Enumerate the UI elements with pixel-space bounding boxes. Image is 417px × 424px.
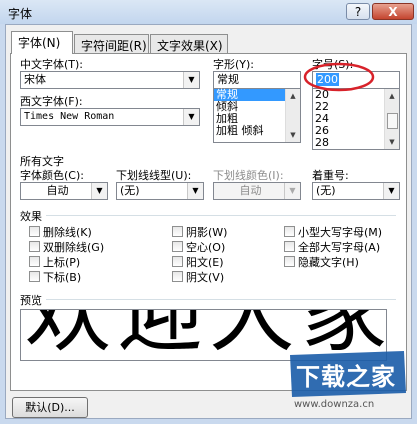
hidden-text-label: 隐藏文字(H)	[298, 256, 359, 269]
chevron-down-icon[interactable]: ▼	[91, 183, 107, 199]
double-strikethrough-checkbox[interactable]	[29, 241, 40, 252]
underline-style-value: (无)	[120, 184, 140, 197]
font-style-input[interactable]: 常规	[213, 71, 301, 89]
window-title: 字体	[8, 7, 33, 21]
subscript-checkbox[interactable]	[29, 271, 40, 282]
scroll-up-icon[interactable]: ▲	[385, 89, 399, 103]
annotation-ellipse	[303, 62, 375, 92]
chevron-down-icon: ▼	[284, 183, 300, 199]
scroll-down-icon[interactable]: ▼	[286, 128, 300, 142]
small-caps-label: 小型大写字母(M)	[298, 226, 383, 239]
font-size-list[interactable]: 20 22 24 26 28 ▲ ▼	[312, 88, 400, 150]
all-caps-checkbox[interactable]	[284, 241, 295, 252]
shadow-label: 阴影(W)	[186, 226, 228, 239]
subscript-label: 下标(B)	[43, 271, 82, 284]
shadow-checkbox[interactable]	[172, 226, 183, 237]
watermark-url: www.downza.cn	[294, 399, 375, 410]
scrollbar[interactable]: ▲ ▼	[285, 89, 300, 142]
watermark-logo-text: 下载之家	[296, 363, 396, 391]
outline-checkbox[interactable]	[172, 241, 183, 252]
engrave-label: 阴文(V)	[186, 271, 225, 284]
close-button[interactable]: X	[372, 3, 414, 20]
engrave-checkbox[interactable]	[172, 271, 183, 282]
divider	[46, 299, 396, 300]
double-strikethrough-label: 双删除线(G)	[43, 241, 105, 254]
font-style-list[interactable]: 常规 倾斜 加粗 加粗 倾斜 ▲ ▼	[213, 88, 301, 143]
emphasis-mark-value: (无)	[316, 184, 336, 197]
chevron-down-icon[interactable]: ▼	[187, 183, 203, 199]
chinese-font-select[interactable]: 宋体 ▼	[20, 71, 200, 89]
emphasis-mark-select[interactable]: (无) ▼	[312, 182, 400, 200]
scroll-down-icon[interactable]: ▼	[385, 135, 399, 149]
strikethrough-label: 删除线(K)	[43, 226, 92, 239]
help-button[interactable]: ?	[346, 3, 370, 20]
western-font-label: 西文字体(F):	[20, 95, 83, 108]
effects-header: 效果	[20, 210, 42, 223]
outline-label: 空心(O)	[186, 241, 226, 254]
superscript-label: 上标(P)	[43, 256, 81, 269]
chinese-font-value: 宋体	[24, 73, 46, 86]
scroll-up-icon[interactable]: ▲	[286, 89, 300, 103]
font-style-value: 常规	[217, 73, 239, 86]
emboss-checkbox[interactable]	[172, 256, 183, 267]
underline-color-value: 自动	[239, 184, 262, 197]
font-color-select[interactable]: 自动 ▼	[20, 182, 108, 200]
default-button[interactable]: 默认(D)...	[12, 397, 88, 418]
underline-style-select[interactable]: (无) ▼	[116, 182, 204, 200]
small-caps-checkbox[interactable]	[284, 226, 295, 237]
preview-header: 预览	[20, 294, 42, 307]
downza-watermark: 下载之家 www.downza.cn	[286, 349, 410, 415]
font-color-value: 自动	[46, 184, 69, 197]
underline-color-label: 下划线颜色(I):	[213, 169, 284, 182]
chevron-down-icon[interactable]: ▼	[183, 72, 199, 88]
underline-color-select: 自动 ▼	[213, 182, 301, 200]
divider	[46, 215, 396, 216]
western-font-value: Times New Roman	[24, 111, 115, 122]
tab-font[interactable]: 字体(N)	[11, 31, 73, 54]
font-style-label: 字形(Y):	[213, 58, 255, 71]
superscript-checkbox[interactable]	[29, 256, 40, 267]
all-caps-label: 全部大写字母(A)	[298, 241, 381, 254]
scroll-thumb[interactable]	[387, 113, 398, 129]
chinese-font-label: 中文字体(T):	[20, 58, 84, 71]
emboss-label: 阳文(E)	[186, 256, 224, 269]
tab-text-effects[interactable]: 文字效果(X)	[150, 34, 228, 53]
font-color-label: 字体颜色(C):	[20, 169, 84, 182]
underline-style-label: 下划线线型(U):	[116, 169, 192, 182]
strikethrough-checkbox[interactable]	[29, 226, 40, 237]
hidden-text-checkbox[interactable]	[284, 256, 295, 267]
tab-character-spacing[interactable]: 字符间距(R)	[74, 34, 149, 53]
emphasis-mark-label: 着重号:	[312, 169, 349, 182]
chevron-down-icon[interactable]: ▼	[383, 183, 399, 199]
scrollbar[interactable]: ▲ ▼	[384, 89, 399, 149]
western-font-select[interactable]: Times New Roman ▼	[20, 108, 200, 126]
chevron-down-icon[interactable]: ▼	[183, 109, 199, 125]
